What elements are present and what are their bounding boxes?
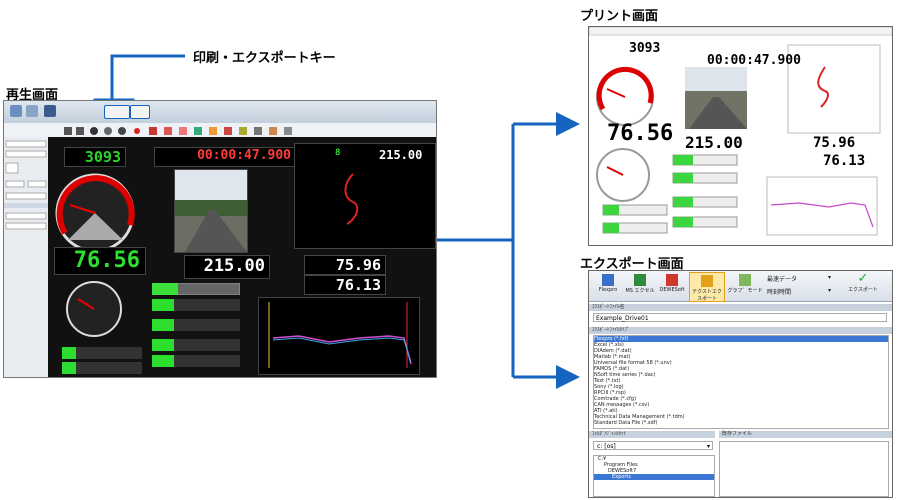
instrument-toolbar (4, 123, 436, 138)
playback-window: 3093 76.56 00:00:47.900 215.00 8 215.00 … (3, 100, 437, 378)
existing-file-list[interactable] (719, 441, 889, 497)
rpm-gauge (66, 281, 122, 337)
file-type-item[interactable]: Standard Data File (*.sdf) (594, 420, 888, 426)
speed-display: 76.56 (54, 247, 146, 275)
flexpro-label: Flexpro (598, 287, 618, 293)
counter-display: 3093 (64, 147, 126, 167)
graph-mode-label: グラフ゛モード (727, 288, 763, 294)
dewesoft-button[interactable]: DEWESoft (657, 272, 687, 300)
export-ribbon: Flexpro MS エクセル DEWESoft テクストエクスポート グラフ゛… (589, 271, 892, 302)
file-name-header: ｴｸｽﾎﾟｰﾄﾌｧｲﾙ名 (589, 304, 892, 311)
folder-tree[interactable]: C:¥ Program Files DEWESoft7 Exports (593, 455, 715, 497)
print-value-b: 76.13 (823, 153, 866, 169)
gps-map: 8 215.00 (294, 143, 436, 249)
file-type-list[interactable]: Flexpro (*.fxf) Excel (*.xls) DIAdem (*.da… (593, 335, 889, 429)
distance-value: 215.00 (203, 256, 265, 276)
print-window: 3093 00:00:47.900 76.56 215.00 75.96 76.… (588, 26, 893, 246)
distance-display: 215.00 (184, 255, 270, 279)
value-a: 75.96 (335, 256, 381, 274)
export-button-label: エクスポート (848, 287, 878, 293)
export-button[interactable]: ✓ エクスポート (841, 272, 885, 300)
value-b-display: 76.13 (304, 275, 386, 295)
counter-value: 3093 (84, 148, 121, 166)
graph-mode-icon (739, 274, 751, 286)
time-axis-value: 時刻時間 (767, 289, 792, 296)
instrument-area: 3093 76.56 00:00:47.900 215.00 8 215.00 … (48, 137, 436, 377)
file-type-header: ｴｸｽﾎﾟｰﾄﾌｧｲﾙﾀｲﾌﾟ (589, 327, 892, 334)
print-value-a: 75.96 (813, 135, 856, 151)
dewesoft-icon (666, 274, 678, 286)
speed-value: 76.56 (73, 248, 140, 273)
file-name-input[interactable]: Example_Drive01 (593, 313, 887, 322)
playback-toolbar (4, 101, 436, 123)
timer-value: 00:00:47.900 (197, 148, 291, 163)
graph-mode-button[interactable]: グラフ゛モード (727, 272, 763, 300)
folder-exports[interactable]: Exports (594, 474, 714, 480)
playback-sidebar (4, 137, 48, 377)
playback-icon[interactable] (44, 105, 56, 117)
print-distance: 215.00 (685, 133, 743, 152)
print-counter: 3093 (629, 41, 661, 56)
text-export-label: テクストエクスポート (692, 289, 722, 302)
video-frame (174, 169, 248, 253)
speed-gauge (55, 173, 135, 250)
ms-excel-button[interactable]: MS エクセル (625, 272, 655, 300)
drive-select[interactable]: c: [os] ▾ (593, 441, 713, 450)
bar-meters-middle (152, 299, 240, 367)
existing-file-header: 既存ファイル (719, 431, 892, 438)
flexpro-icon (602, 274, 614, 286)
progress-bar (152, 283, 240, 295)
timer-display: 00:00:47.900 (154, 147, 296, 167)
print-key-icon[interactable] (104, 105, 130, 119)
data-rate-dropdown[interactable]: 最速データ ▾ (767, 274, 831, 283)
ms-excel-label: MS エクセル (625, 288, 655, 294)
folder-header: ﾌｫﾙﾀﾞ/ｼﾞｬﾝﾙｾｯﾄ (589, 431, 715, 438)
value-b: 76.13 (335, 276, 381, 294)
drive-value: c: [os] (597, 443, 616, 450)
text-export-icon (701, 275, 713, 287)
setup-icon[interactable] (26, 105, 38, 117)
print-timer: 00:00:47.900 (707, 53, 801, 68)
print-speed: 76.56 (607, 121, 674, 146)
flexpro-button[interactable]: Flexpro (593, 272, 623, 300)
time-axis-dropdown[interactable]: 時刻時間 ▾ (767, 287, 831, 296)
bar-meters-left (62, 347, 142, 374)
text-export-button[interactable]: テクストエクスポート (689, 272, 725, 302)
excel-icon (634, 274, 646, 286)
data-rate-value: 最速データ (767, 276, 798, 283)
dewesoft-label: DEWESoft (659, 287, 685, 293)
checkmark-icon: ✓ (857, 271, 869, 286)
recorder-chart (258, 297, 420, 375)
mode-icon[interactable] (10, 105, 22, 117)
export-window: Flexpro MS エクセル DEWESoft テクストエクスポート グラフ゛… (588, 270, 893, 498)
export-key-icon[interactable] (130, 105, 150, 119)
value-a-display: 75.96 (304, 255, 386, 275)
